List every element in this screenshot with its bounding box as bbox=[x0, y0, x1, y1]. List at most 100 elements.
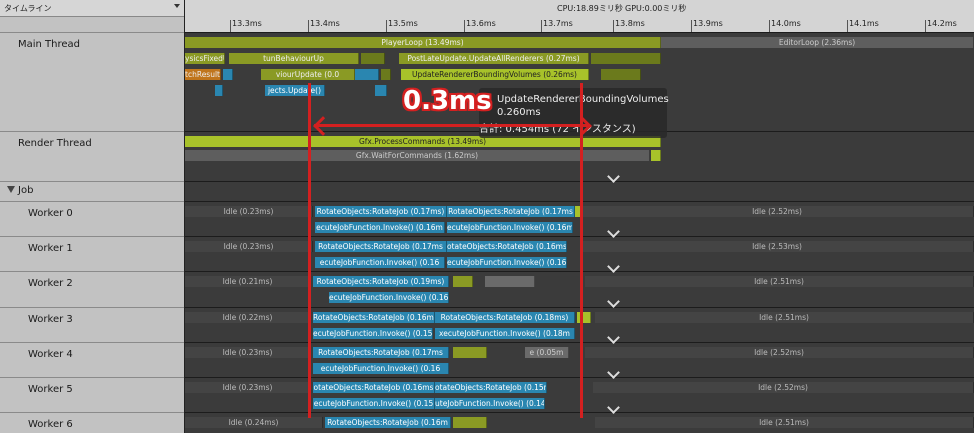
thread-row-main[interactable]: Main Thread bbox=[0, 32, 184, 131]
thread-group-job[interactable]: Job bbox=[0, 181, 184, 201]
thread-row-render[interactable]: Render Thread bbox=[0, 131, 184, 181]
worker-idle-bar[interactable]: Idle (2.52ms) bbox=[581, 206, 974, 217]
worker-idle-bar[interactable]: Idle (0.24ms) bbox=[185, 417, 323, 428]
thread-row-worker-3[interactable]: Worker 3 bbox=[0, 307, 184, 342]
worker-small-bar[interactable] bbox=[485, 276, 535, 287]
worker-small-bar[interactable] bbox=[453, 347, 487, 358]
rotate-job-bar[interactable]: RotateObjects:RotateJob (0.18ms) bbox=[435, 312, 575, 323]
thread-row-worker-4[interactable]: Worker 4 bbox=[0, 342, 184, 377]
thread-sidebar: タイムライン Main Thread Render Thread Job Wor… bbox=[0, 0, 185, 433]
render-small-bar[interactable] bbox=[651, 150, 661, 161]
main-small-bar[interactable] bbox=[355, 69, 379, 80]
worker-idle-bar[interactable]: Idle (0.21ms) bbox=[185, 276, 311, 287]
worker-idle-bar[interactable]: Idle (2.52ms) bbox=[593, 382, 974, 393]
thread-label-worker: Worker 4 bbox=[28, 349, 73, 360]
execute-job-bar[interactable]: xecuteJobFunction.Invoke() (0.18m bbox=[435, 328, 575, 339]
main-small-bar[interactable] bbox=[375, 85, 387, 96]
thread-row-worker-2[interactable]: Worker 2 bbox=[0, 271, 184, 307]
execute-job-bar[interactable]: ecuteJobFunction.Invoke() (0.16m bbox=[447, 222, 573, 233]
worker-idle-bar[interactable]: Idle (2.52ms) bbox=[585, 347, 974, 358]
worker-idle-bar[interactable]: Idle (0.23ms) bbox=[185, 382, 311, 393]
thread-row-worker-5[interactable]: Worker 5 bbox=[0, 377, 184, 412]
sample-tooltip: UpdateRendererBoundingVolumes 0.260ms 合計… bbox=[479, 88, 669, 138]
tooltip-sample-total: 合計: 0.454ms (72 インスタンス) bbox=[479, 124, 636, 135]
ruler-tick-label: 13.9ms bbox=[693, 19, 723, 28]
execute-job-bar[interactable]: ecuteJobFunction.Invoke() (0.15 bbox=[313, 328, 433, 339]
ruler-tick-label: 14.0ms bbox=[771, 19, 801, 28]
ruler-tick-label: 13.6ms bbox=[466, 19, 496, 28]
rotate-job-bar[interactable]: RotateObjects:RotateJob (0.17ms bbox=[313, 347, 449, 358]
thread-row-worker-0[interactable]: Worker 0 bbox=[0, 201, 184, 236]
worker-small-bar[interactable] bbox=[453, 276, 473, 287]
thread-label-worker: Worker 1 bbox=[28, 243, 73, 254]
tooltip-sample-time: 0.260ms bbox=[497, 107, 541, 118]
execute-job-bar[interactable]: ecuteJobFunction.Invoke() (0.16 bbox=[329, 292, 449, 303]
rotate-job-bar[interactable]: otateObjects:RotateJob (0.16ms) bbox=[447, 241, 567, 252]
thread-row-worker-1[interactable]: Worker 1 bbox=[0, 236, 184, 271]
worker-idle-bar[interactable]: Idle (2.53ms) bbox=[581, 241, 974, 252]
annotation-duration-label: 0.3ms bbox=[403, 86, 492, 116]
gpu-time-label: GPU:0.00ミリ秒 bbox=[625, 4, 687, 13]
main-small-bar[interactable] bbox=[215, 85, 223, 96]
thread-label-job: Job bbox=[18, 185, 34, 196]
worker-small-bar[interactable]: e (0.05m bbox=[525, 347, 569, 358]
ruler-tick bbox=[925, 20, 926, 32]
behaviour-update-bar[interactable]: viourUpdate (0.0 bbox=[261, 69, 355, 80]
worker-idle-bar[interactable]: Idle (0.23ms) bbox=[185, 206, 313, 217]
ruler-tick bbox=[230, 20, 231, 32]
ruler-tick-label: 13.5ms bbox=[388, 19, 418, 28]
main-small-bar[interactable] bbox=[601, 69, 641, 80]
worker-idle-bar[interactable]: Idle (2.51ms) bbox=[595, 417, 974, 428]
ruler-tick bbox=[386, 20, 387, 32]
time-ruler[interactable]: CPU:18.89ミリ秒 GPU:0.00ミリ秒 13.3ms 13.4ms 1… bbox=[185, 0, 974, 32]
timeline-dropdown-label: タイムライン bbox=[4, 4, 52, 13]
rotate-job-bar[interactable]: RotateObjects:RotateJob (0.19ms) bbox=[313, 276, 449, 287]
annotation-span-arrow bbox=[314, 124, 590, 127]
ruler-tick-label: 13.4ms bbox=[310, 19, 340, 28]
execute-job-bar[interactable]: uteJobFunction.Invoke() (0.14m bbox=[435, 398, 545, 409]
rotate-job-bar[interactable]: otateObjects:RotateJob (0.16ms bbox=[313, 382, 435, 393]
thread-label-worker: Worker 3 bbox=[28, 314, 73, 325]
thread-label-main: Main Thread bbox=[18, 39, 81, 50]
thread-label-worker: Worker 2 bbox=[28, 278, 73, 289]
cpu-time-label: CPU:18.89ミリ秒 bbox=[557, 4, 623, 13]
fetch-result-bar[interactable]: tchResult bbox=[185, 69, 221, 80]
ruler-tick-label: 14.1ms bbox=[849, 19, 879, 28]
expand-triangle-icon[interactable] bbox=[7, 186, 15, 193]
execute-job-bar[interactable]: ecuteJobFunction.Invoke() (0.16 bbox=[315, 257, 445, 268]
thread-row-worker-6[interactable]: Worker 6 bbox=[0, 412, 184, 433]
ruler-tick-label: 14.2ms bbox=[927, 19, 957, 28]
editor-loop-bar[interactable]: EditorLoop (2.36ms) bbox=[661, 37, 974, 48]
rotate-job-bar[interactable]: RotateObjects:RotateJob (0.16m bbox=[325, 417, 451, 428]
rotate-job-bar[interactable]: RotateObjects:RotateJob (0.16ms bbox=[313, 312, 435, 323]
execute-job-bar[interactable]: ecuteJobFunction.Invoke() (0.15 bbox=[313, 398, 435, 409]
ruler-tick bbox=[691, 20, 692, 32]
player-loop-bar[interactable]: PlayerLoop (13.49ms) bbox=[185, 37, 661, 48]
main-small-bar[interactable] bbox=[361, 53, 385, 64]
ruler-tick bbox=[769, 20, 770, 32]
worker-idle-bar[interactable]: Idle (2.51ms) bbox=[585, 276, 974, 287]
update-bounding-volumes-bar[interactable]: UpdateRendererBoundingVolumes (0.26ms) bbox=[401, 69, 589, 80]
worker-idle-bar[interactable]: Idle (0.23ms) bbox=[185, 347, 311, 358]
physics-fixed-bar[interactable]: ysicsFixedU bbox=[185, 53, 225, 64]
thread-label-worker: Worker 0 bbox=[28, 208, 73, 219]
main-small-bar[interactable] bbox=[381, 69, 391, 80]
run-behaviour-bar[interactable]: tunBehaviourUp bbox=[229, 53, 359, 64]
rotate-job-bar[interactable]: RotateObjects:RotateJob (0.17ms bbox=[315, 241, 447, 252]
execute-job-bar[interactable]: ecuteJobFunction.Invoke() (0.16m bbox=[315, 222, 445, 233]
main-small-bar[interactable] bbox=[223, 69, 233, 80]
post-late-update-bar[interactable]: PostLateUpdate.UpdateAllRenderers (0.27m… bbox=[399, 53, 589, 64]
rotate-job-bar[interactable]: RotateObjects:RotateJob (0.17ms bbox=[447, 206, 575, 217]
worker-small-bar[interactable] bbox=[453, 417, 487, 428]
rotate-job-bar[interactable]: RotateObjects:RotateJob (0.17ms) bbox=[315, 206, 447, 217]
execute-job-bar[interactable]: ecuteJobFunction.Invoke() (0.16m bbox=[447, 257, 567, 268]
timeline-view-dropdown[interactable]: タイムライン bbox=[0, 0, 184, 17]
worker-idle-bar[interactable]: Idle (0.23ms) bbox=[185, 241, 313, 252]
execute-job-bar[interactable]: ecuteJobFunction.Invoke() (0.16 bbox=[313, 363, 449, 374]
worker-idle-bar[interactable]: Idle (0.22ms) bbox=[185, 312, 311, 323]
worker-idle-bar[interactable]: Idle (2.51ms) bbox=[595, 312, 974, 323]
objects-update-bar[interactable]: jects.Update() bbox=[265, 85, 325, 96]
main-small-bar[interactable] bbox=[591, 53, 661, 64]
rotate-job-bar[interactable]: otateObjects:RotateJob (0.15n bbox=[435, 382, 547, 393]
ruler-tick-label: 13.7ms bbox=[543, 19, 573, 28]
